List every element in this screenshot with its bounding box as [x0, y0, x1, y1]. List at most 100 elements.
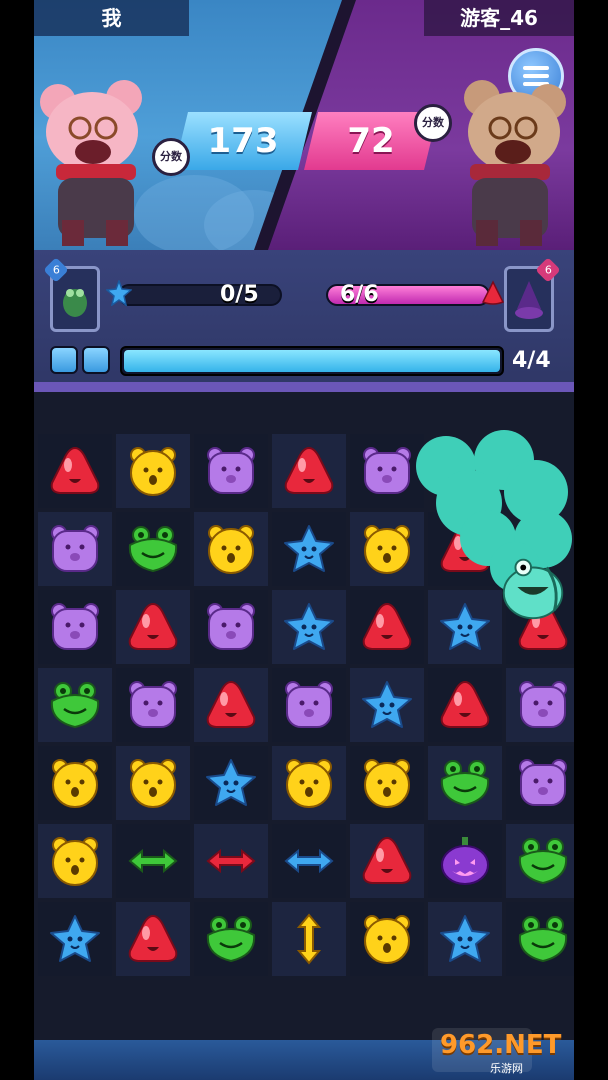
board-cell[interactable] — [428, 668, 502, 742]
blue-star-candy[interactable] — [438, 913, 492, 965]
green-frog-candy[interactable] — [204, 913, 258, 965]
board-cell[interactable] — [350, 590, 424, 664]
board-cell[interactable] — [506, 902, 574, 976]
blue-star-candy[interactable] — [438, 601, 492, 653]
board-cell[interactable] — [116, 512, 190, 586]
board-cell[interactable] — [272, 824, 346, 898]
purple-bear-candy[interactable] — [48, 601, 102, 653]
board-cell[interactable] — [428, 590, 502, 664]
red-drop-candy[interactable] — [126, 913, 180, 965]
purple-pumpkin-candy[interactable] — [438, 835, 492, 887]
board-cell[interactable] — [272, 434, 346, 508]
board-cell[interactable] — [116, 434, 190, 508]
purple-bear-candy[interactable] — [282, 679, 336, 731]
board-cell[interactable] — [350, 434, 424, 508]
yellow-bear-candy[interactable] — [126, 445, 180, 497]
score-badge-left: 分数 — [152, 138, 190, 176]
purple-bear-candy[interactable] — [516, 757, 570, 809]
blue-arrow-h-candy[interactable] — [282, 835, 336, 887]
red-drop-candy[interactable] — [438, 679, 492, 731]
player-left-avatar — [40, 80, 142, 246]
board-cell[interactable] — [194, 512, 268, 586]
yellow-bear-candy[interactable] — [126, 757, 180, 809]
yellow-bear-candy[interactable] — [48, 835, 102, 887]
red-drop-candy[interactable] — [126, 601, 180, 653]
blue-star-candy[interactable] — [282, 523, 336, 575]
board-cell[interactable] — [194, 668, 268, 742]
board-cell[interactable] — [350, 512, 424, 586]
green-frog-candy[interactable] — [516, 835, 570, 887]
board-cell[interactable] — [38, 902, 112, 976]
board-cell[interactable] — [428, 746, 502, 820]
board-cell[interactable] — [38, 668, 112, 742]
board-cell[interactable] — [350, 668, 424, 742]
yellow-bear-candy[interactable] — [360, 757, 414, 809]
board-cell[interactable] — [272, 746, 346, 820]
board-cell[interactable] — [428, 902, 502, 976]
puzzle-board[interactable] — [34, 430, 574, 976]
purple-bear-candy[interactable] — [360, 445, 414, 497]
green-frog-candy[interactable] — [126, 523, 180, 575]
board-cell[interactable] — [428, 824, 502, 898]
move-token-1 — [50, 346, 78, 374]
board-cell[interactable] — [350, 824, 424, 898]
board-cell[interactable] — [116, 590, 190, 664]
board-cell[interactable] — [194, 590, 268, 664]
yellow-bear-candy[interactable] — [48, 757, 102, 809]
board-cell[interactable] — [350, 746, 424, 820]
board-cell[interactable] — [194, 746, 268, 820]
board-cell[interactable] — [194, 824, 268, 898]
board-cell[interactable] — [272, 590, 346, 664]
board-cell[interactable] — [272, 512, 346, 586]
board-cell[interactable] — [272, 668, 346, 742]
board-cell[interactable] — [350, 902, 424, 976]
red-drop-candy[interactable] — [360, 835, 414, 887]
green-frog-candy[interactable] — [438, 757, 492, 809]
player-left-name: 我 — [34, 0, 189, 36]
board-cell[interactable] — [38, 512, 112, 586]
board-cell[interactable] — [506, 746, 574, 820]
red-drop-candy[interactable] — [48, 445, 102, 497]
board-cell[interactable] — [38, 434, 112, 508]
blue-star-candy[interactable] — [204, 757, 258, 809]
red-arrow-h-candy[interactable] — [204, 835, 258, 887]
board-cell[interactable] — [116, 824, 190, 898]
board-cell[interactable] — [194, 434, 268, 508]
red-drop-candy[interactable] — [360, 601, 414, 653]
board-cell[interactable] — [38, 824, 112, 898]
blue-star-candy[interactable] — [360, 679, 414, 731]
purple-bear-candy[interactable] — [516, 679, 570, 731]
purple-bear-candy[interactable] — [204, 601, 258, 653]
board-cell[interactable] — [506, 824, 574, 898]
goal-panel: 6 6 0/5 6/6 4/4 — [34, 250, 574, 390]
purple-bear-candy[interactable] — [48, 523, 102, 575]
board-cell[interactable] — [116, 746, 190, 820]
blue-star-icon — [106, 280, 132, 306]
versus-header: 我 游客_46 173 72 分数 分数 — [34, 0, 574, 250]
yellow-arrow-v-candy[interactable] — [282, 913, 336, 965]
board-cell[interactable] — [194, 902, 268, 976]
purple-bear-candy[interactable] — [204, 445, 258, 497]
player-right-name: 游客_46 — [424, 0, 574, 36]
board-cell[interactable] — [272, 902, 346, 976]
green-frog-candy[interactable] — [48, 679, 102, 731]
purple-bear-candy[interactable] — [126, 679, 180, 731]
board-cell[interactable] — [116, 668, 190, 742]
player-right-avatar — [464, 80, 566, 246]
yellow-bear-candy[interactable] — [204, 523, 258, 575]
yellow-bear-candy[interactable] — [360, 523, 414, 575]
yellow-bear-candy[interactable] — [360, 913, 414, 965]
watermark-sub: 乐游网 — [490, 1062, 523, 1075]
board-cell[interactable] — [38, 590, 112, 664]
red-drop-candy[interactable] — [282, 445, 336, 497]
blue-star-candy[interactable] — [48, 913, 102, 965]
left-goal-text: 0/5 — [220, 282, 259, 307]
yellow-bear-candy[interactable] — [282, 757, 336, 809]
board-cell[interactable] — [506, 668, 574, 742]
blue-star-candy[interactable] — [282, 601, 336, 653]
red-drop-candy[interactable] — [204, 679, 258, 731]
board-cell[interactable] — [38, 746, 112, 820]
board-cell[interactable] — [116, 902, 190, 976]
green-frog-candy[interactable] — [516, 913, 570, 965]
green-arrow-h-candy[interactable] — [126, 835, 180, 887]
